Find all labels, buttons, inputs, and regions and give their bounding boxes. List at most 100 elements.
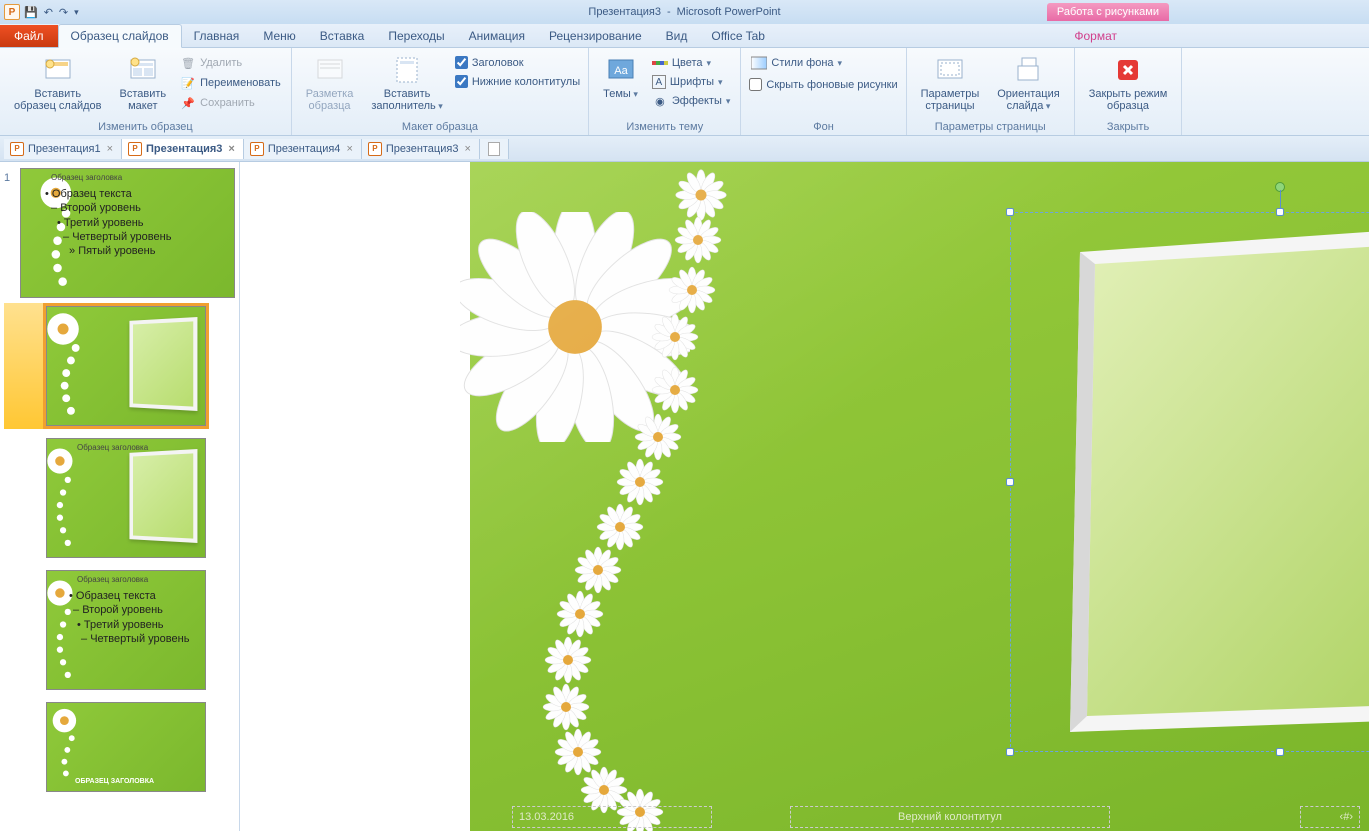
slide-canvas-area[interactable]: 13.03.2016 Верхний колонтитул ‹#› — [240, 162, 1369, 831]
master-layout-icon — [314, 54, 346, 86]
insert-slide-master-button[interactable]: Вставить образец слайдов — [8, 52, 107, 114]
slide-number-placeholder[interactable]: ‹#› — [1300, 806, 1360, 828]
thumb-title: Образец заголовка — [77, 575, 148, 584]
themes-icon: Aa — [605, 54, 637, 86]
rotation-handle[interactable] — [1275, 182, 1285, 192]
transitions-tab[interactable]: Переходы — [376, 25, 456, 47]
app-icon: P — [4, 4, 20, 20]
document-tab[interactable]: PПрезентация3× — [122, 139, 244, 159]
resize-handle-n[interactable] — [1276, 208, 1284, 216]
background-group-label: Фон — [749, 119, 897, 135]
footers-checkbox[interactable]: Нижние колонтитулы — [455, 75, 580, 88]
powerpoint-file-icon: P — [128, 142, 142, 156]
resize-handle-w[interactable] — [1006, 478, 1014, 486]
master-layout-group-label: Макет образца — [300, 119, 580, 135]
resize-handle-nw[interactable] — [1006, 208, 1014, 216]
close-tab-icon[interactable]: × — [226, 143, 236, 155]
slide-orientation-button[interactable]: Ориентация слайда — [991, 52, 1065, 114]
preserve-button: 📌Сохранить — [178, 94, 283, 112]
animation-tab[interactable]: Анимация — [457, 25, 537, 47]
office-tab[interactable]: Office Tab — [699, 25, 777, 47]
svg-text:Aa: Aa — [614, 65, 628, 77]
qat-dropdown-icon[interactable]: ▾ — [74, 7, 79, 18]
save-icon[interactable]: 💾 — [24, 6, 38, 19]
delete-button: 🗑Удалить — [178, 54, 283, 72]
fonts-button[interactable]: AШрифты — [650, 74, 733, 90]
thumb-title: Образец заголовка — [51, 173, 122, 182]
background-styles-button[interactable]: Стили фона — [749, 54, 897, 72]
powerpoint-file-icon: P — [368, 142, 382, 156]
close-tab-icon[interactable]: × — [344, 143, 354, 155]
close-tab-icon[interactable]: × — [105, 143, 115, 155]
footer-placeholder[interactable]: Верхний колонтитул — [790, 806, 1110, 828]
contextual-tab-header: Работа с рисунками — [1047, 3, 1169, 21]
ribbon-tabs: Файл Образец слайдов Главная Меню Вставк… — [0, 24, 1369, 48]
picture-frame-icon — [129, 449, 197, 543]
layout-thumbnail[interactable]: Образец заголовка — [46, 438, 206, 558]
thumb-title: ОБРАЗЕЦ ЗАГОЛОВКА — [75, 778, 154, 785]
delete-icon: 🗑 — [180, 55, 196, 71]
insert-placeholder-button[interactable]: Вставить заполнитель — [365, 52, 448, 114]
selection-outline — [1010, 212, 1369, 752]
rename-icon: 📝 — [180, 75, 196, 91]
new-document-tab[interactable] — [480, 139, 509, 159]
close-master-view-button[interactable]: Закрыть режим образца — [1083, 52, 1174, 114]
undo-icon[interactable]: ↶ — [44, 6, 53, 19]
title-checkbox[interactable]: Заголовок — [455, 56, 580, 69]
effects-button[interactable]: ◉Эффекты — [650, 92, 733, 110]
workspace: 1 Образец заголовка • Образец текста – В… — [0, 162, 1369, 831]
insert-layout-button[interactable]: Вставить макет — [113, 52, 172, 114]
layout-icon — [127, 54, 159, 86]
layout-thumbnail[interactable] — [46, 306, 206, 426]
page-setup-button[interactable]: Параметры страницы — [915, 52, 986, 114]
document-tab[interactable]: PПрезентация4× — [244, 139, 362, 159]
picture-frame-icon — [129, 317, 197, 411]
slide-thumbnails-panel[interactable]: 1 Образец заголовка • Образец текста – В… — [0, 162, 240, 831]
colors-button[interactable]: Цвета — [650, 54, 733, 72]
close-tab-icon[interactable]: × — [462, 143, 472, 155]
themes-button[interactable]: Aa Темы — [597, 52, 644, 102]
resize-handle-s[interactable] — [1276, 748, 1284, 756]
rename-button[interactable]: 📝Переименовать — [178, 74, 283, 92]
fonts-icon: A — [652, 75, 666, 89]
master-thumbnail[interactable]: Образец заголовка • Образец текста – Вто… — [20, 168, 235, 298]
slide-master-tab[interactable]: Образец слайдов — [58, 24, 182, 48]
view-tab[interactable]: Вид — [654, 25, 700, 47]
powerpoint-file-icon: P — [250, 142, 264, 156]
resize-handle-sw[interactable] — [1006, 748, 1014, 756]
selected-indicator — [4, 303, 50, 429]
document-tab[interactable]: PПрезентация3× — [362, 139, 480, 159]
layout-thumbnail[interactable]: Образец заголовка • Образец текста – Вто… — [46, 570, 206, 690]
layout-thumbnail[interactable]: ОБРАЗЕЦ ЗАГОЛОВКА — [46, 702, 206, 792]
master-layout-button: Разметка образца — [300, 52, 360, 114]
flower-decoration — [460, 212, 690, 442]
page-setup-icon — [934, 54, 966, 86]
edit-theme-group-label: Изменить тему — [597, 119, 732, 135]
rotation-connector — [1280, 190, 1281, 212]
master-layout-group: Разметка образца Вставить заполнитель За… — [292, 48, 589, 135]
bg-styles-icon — [751, 55, 767, 71]
slide-master-icon — [42, 54, 74, 86]
close-group: Закрыть режим образца Закрыть — [1075, 48, 1183, 135]
powerpoint-file-icon: P — [10, 142, 24, 156]
picture-frame-icon — [1070, 222, 1369, 732]
redo-icon[interactable]: ↷ — [59, 6, 68, 19]
document-tab[interactable]: PПрезентация1× — [4, 139, 122, 159]
review-tab[interactable]: Рецензирование — [537, 25, 654, 47]
slide: 13.03.2016 Верхний колонтитул ‹#› — [470, 162, 1369, 831]
page-setup-group-label: Параметры страницы — [915, 119, 1066, 135]
picture-placeholder[interactable] — [1010, 212, 1369, 752]
page-setup-group: Параметры страницы Ориентация слайда Пар… — [907, 48, 1075, 135]
flower-trail-decoration — [470, 162, 1369, 831]
insert-tab[interactable]: Вставка — [308, 25, 377, 47]
format-tab[interactable]: Формат — [1062, 25, 1129, 47]
orientation-icon — [1012, 54, 1044, 86]
file-tab[interactable]: Файл — [0, 25, 58, 47]
menu-tab[interactable]: Меню — [251, 25, 307, 47]
date-placeholder[interactable]: 13.03.2016 — [512, 806, 712, 828]
edit-master-group: Вставить образец слайдов Вставить макет … — [0, 48, 292, 135]
home-tab[interactable]: Главная — [182, 25, 252, 47]
master-number: 1 — [4, 168, 16, 298]
close-group-label: Закрыть — [1083, 119, 1174, 135]
hide-background-checkbox[interactable]: Скрыть фоновые рисунки — [749, 78, 897, 91]
